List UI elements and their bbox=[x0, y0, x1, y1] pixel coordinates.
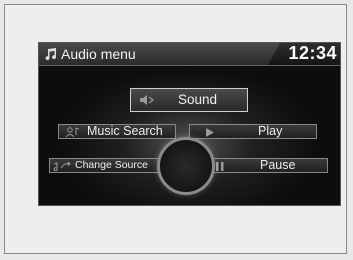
title-bar: Audio menu 12:34 bbox=[39, 43, 340, 66]
music-search-label: Music Search bbox=[87, 124, 163, 138]
page-title: Audio menu bbox=[61, 46, 136, 62]
music-note-icon bbox=[45, 48, 57, 61]
pause-label: Pause bbox=[260, 158, 296, 172]
sound-button[interactable]: Sound bbox=[130, 88, 248, 112]
play-button[interactable]: Play bbox=[189, 124, 317, 139]
sound-label: Sound bbox=[178, 92, 218, 107]
play-icon bbox=[206, 128, 214, 137]
person-music-icon bbox=[65, 127, 80, 138]
play-label: Play bbox=[258, 124, 283, 138]
source-change-icon bbox=[53, 161, 71, 171]
change-source-button[interactable]: Change Source bbox=[49, 158, 166, 173]
speaker-icon bbox=[140, 95, 154, 105]
pause-button[interactable]: Pause bbox=[209, 158, 328, 173]
clock: 12:34 bbox=[288, 43, 337, 63]
pause-icon bbox=[216, 162, 224, 171]
selector-knob[interactable] bbox=[157, 137, 215, 195]
change-source-label: Change Source bbox=[75, 159, 148, 171]
music-search-button[interactable]: Music Search bbox=[58, 124, 176, 139]
figure-frame: Audio menu 12:34 Sound Music Search Play bbox=[4, 4, 347, 254]
audio-screen: Audio menu 12:34 Sound Music Search Play bbox=[38, 42, 341, 206]
